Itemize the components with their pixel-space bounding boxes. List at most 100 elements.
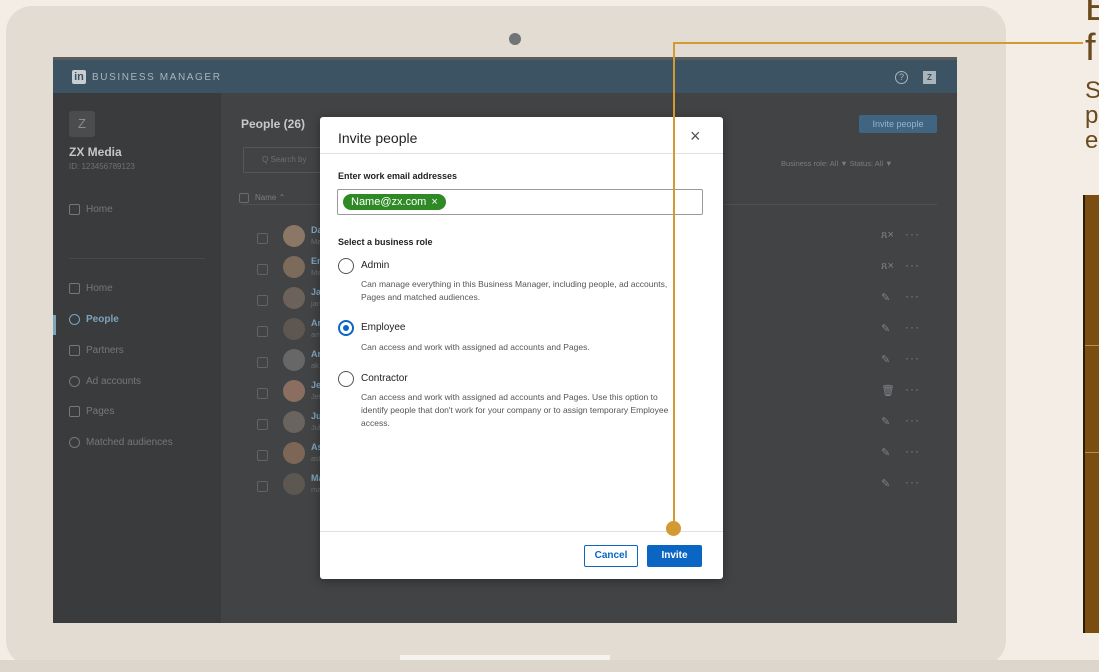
pencil-icon[interactable]: ✎ (881, 446, 890, 459)
column-header-name[interactable]: Name ⌃ (255, 193, 285, 202)
pencil-icon[interactable]: ✎ (881, 322, 890, 335)
more-icon[interactable]: ··· (905, 289, 920, 303)
sidebar-item-pages[interactable]: Pages (69, 406, 114, 417)
brand[interactable]: in BUSINESS MANAGER (72, 70, 222, 84)
avatar (283, 318, 305, 340)
callout-text-line: e (1085, 127, 1099, 154)
row-checkbox[interactable] (257, 450, 268, 461)
avatar (283, 349, 305, 371)
row-checkbox[interactable] (257, 295, 268, 306)
callout-dot (666, 521, 681, 536)
person-remove-icon[interactable]: ጸ× (881, 260, 894, 273)
filters[interactable]: Business role: All ▼ Status: All ▼ (781, 159, 893, 168)
help-icon[interactable]: ? (895, 71, 908, 84)
row-checkbox[interactable] (257, 357, 268, 368)
sidebar: Z ZX Media ID: 123456789123 Home Home Pe… (53, 93, 221, 623)
avatar (283, 473, 305, 495)
top-bar: in BUSINESS MANAGER ? Z (53, 57, 957, 93)
row-checkbox[interactable] (257, 326, 268, 337)
row-checkbox[interactable] (257, 388, 268, 399)
sidebar-item-home[interactable]: Home (69, 283, 113, 294)
callout-text-line: S (1085, 77, 1099, 104)
more-icon[interactable]: ··· (905, 258, 920, 272)
org-avatar: Z (69, 111, 95, 137)
sidebar-divider (69, 258, 205, 259)
sidebar-item-partners[interactable]: Partners (69, 345, 124, 356)
sidebar-item-label: Matched audiences (86, 437, 173, 448)
bottom-strip (0, 660, 1099, 672)
option-title-contractor: Contractor (361, 373, 408, 384)
callout-title: E f (1085, 0, 1099, 68)
avatar (283, 411, 305, 433)
invite-people-modal: Invite people × Enter work email address… (320, 117, 723, 579)
row-checkbox[interactable] (257, 233, 268, 244)
home-icon (69, 204, 80, 215)
camera-dot (509, 33, 521, 45)
side-panel (1083, 195, 1099, 633)
more-icon[interactable]: ··· (905, 444, 920, 458)
org-id: ID: 123456789123 (69, 162, 135, 171)
email-label: Enter work email addresses (338, 171, 458, 181)
more-icon[interactable]: ··· (905, 351, 920, 365)
callout-title-line: E (1085, 0, 1099, 29)
panel-divider (1085, 345, 1099, 346)
option-desc-contractor: Can access and work with assigned ad acc… (361, 392, 669, 428)
pencil-icon[interactable]: ✎ (881, 415, 890, 428)
invite-people-button[interactable]: Invite people (859, 115, 937, 133)
close-icon[interactable]: × (690, 126, 701, 147)
chip-remove-icon[interactable]: × (431, 194, 437, 210)
user-avatar[interactable]: Z (923, 71, 936, 84)
row-checkbox[interactable] (257, 481, 268, 492)
radio-contractor[interactable] (338, 371, 354, 387)
option-desc-employee: Can access and work with assigned ad acc… (361, 342, 590, 352)
more-icon[interactable]: ··· (905, 382, 920, 396)
sidebar-item-matched-audiences[interactable]: Matched audiences (69, 437, 173, 448)
modal-title: Invite people (338, 130, 418, 146)
pencil-icon[interactable]: ✎ (881, 477, 890, 490)
sidebar-item-label: People (86, 314, 119, 325)
sidebar-item-home-top[interactable]: Home (69, 204, 113, 215)
callout-line-vertical (673, 42, 675, 526)
radio-admin[interactable] (338, 258, 354, 274)
home-icon (69, 283, 80, 294)
pages-icon (69, 406, 80, 417)
row-email: ak (311, 361, 319, 370)
sidebar-item-people[interactable]: People (69, 314, 119, 325)
email-field[interactable]: Name@zx.com × (337, 189, 703, 215)
more-icon[interactable]: ··· (905, 227, 920, 241)
avatar (283, 380, 305, 402)
callout-title-line: f (1085, 27, 1096, 69)
more-icon[interactable]: ··· (905, 475, 920, 489)
row-checkbox[interactable] (257, 264, 268, 275)
email-chip-label: Name@zx.com (351, 196, 427, 208)
sidebar-item-label: Home (86, 204, 113, 215)
panel-divider (1085, 452, 1099, 453)
more-icon[interactable]: ··· (905, 320, 920, 334)
pencil-icon[interactable]: ✎ (881, 353, 890, 366)
linkedin-logo-icon: in (72, 70, 86, 84)
option-title-employee: Employee (361, 322, 406, 333)
avatar (283, 256, 305, 278)
email-chip[interactable]: Name@zx.com × (343, 194, 446, 210)
modal-divider (320, 531, 723, 532)
invite-button[interactable]: Invite (647, 545, 702, 567)
avatar (283, 442, 305, 464)
person-remove-icon[interactable]: ጸ× (881, 229, 894, 242)
sidebar-item-label: Partners (86, 345, 124, 356)
sidebar-item-ad-accounts[interactable]: Ad accounts (69, 376, 141, 387)
callout-text-line: p (1085, 102, 1099, 129)
pencil-icon[interactable]: ✎ (881, 291, 890, 304)
more-icon[interactable]: ··· (905, 413, 920, 427)
audiences-icon (69, 437, 80, 448)
select-all-checkbox[interactable] (239, 193, 249, 203)
partners-icon (69, 345, 80, 356)
org-name: ZX Media (69, 145, 122, 159)
row-checkbox[interactable] (257, 419, 268, 430)
sidebar-item-label: Ad accounts (86, 376, 142, 387)
radio-employee[interactable] (338, 320, 354, 336)
avatar (283, 287, 305, 309)
people-icon (69, 314, 80, 325)
sidebar-item-label: Pages (86, 406, 115, 417)
trash-icon[interactable]: 🗑 (881, 384, 895, 397)
cancel-button[interactable]: Cancel (584, 545, 638, 567)
